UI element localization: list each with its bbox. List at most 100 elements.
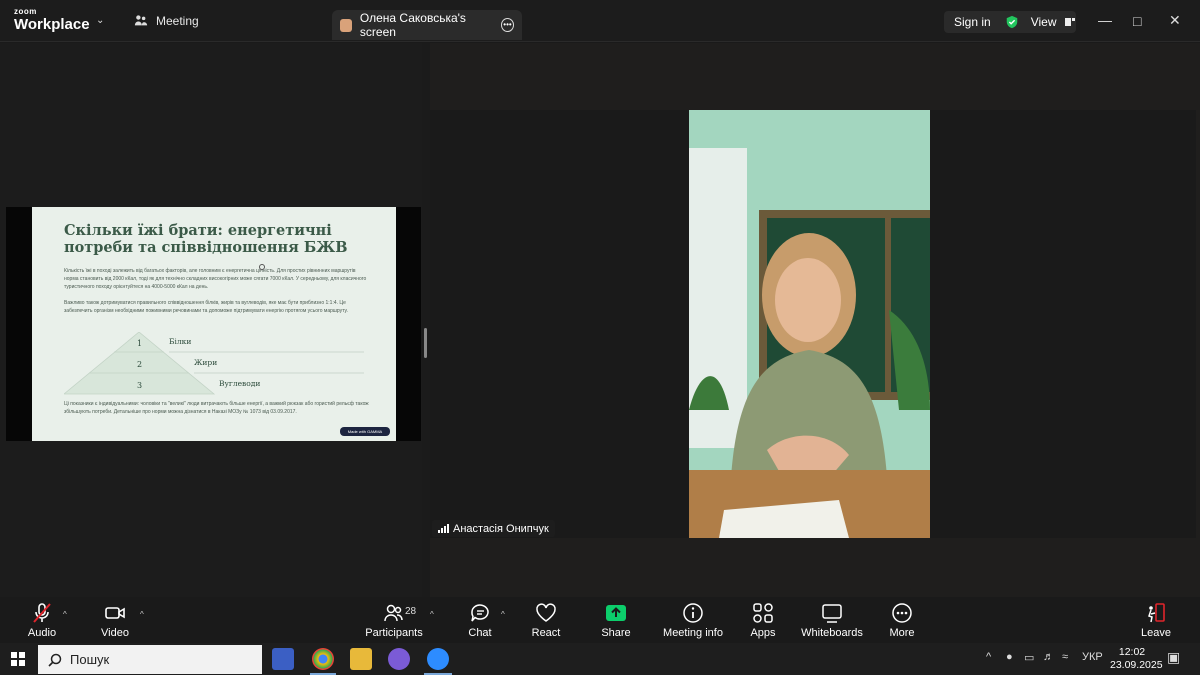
- microphone-tray-icon[interactable]: ●: [1006, 651, 1013, 663]
- zoom-window: zoom Workplace ⌄ Meeting Олена Саковська…: [0, 0, 1200, 675]
- taskbar-search-box[interactable]: Пошук: [38, 645, 262, 674]
- share-label: Share: [601, 627, 631, 639]
- react-button[interactable]: React: [531, 597, 561, 643]
- pyramid-level-1-number: 1: [137, 339, 143, 348]
- file-explorer-icon[interactable]: [350, 648, 372, 670]
- windows-start-icon[interactable]: [11, 652, 25, 666]
- avatar: [340, 18, 352, 32]
- splitter-grip[interactable]: [424, 328, 427, 358]
- search-icon: [48, 653, 62, 667]
- tab-shared-screen-label: Олена Саковська's screen: [359, 11, 466, 39]
- zoom-workplace-logo[interactable]: zoom Workplace: [14, 7, 90, 33]
- chat-button[interactable]: Chat: [466, 597, 494, 643]
- participants-button[interactable]: Participants: [365, 597, 423, 643]
- react-label: React: [531, 627, 561, 639]
- apps-icon: [753, 603, 773, 623]
- info-icon: [683, 603, 703, 623]
- leave-door-icon: [1148, 603, 1165, 623]
- whiteboards-label: Whiteboards: [801, 627, 863, 639]
- clock-date: 23.09.2025: [1110, 659, 1163, 671]
- view-layout-icon: [1064, 18, 1075, 26]
- audio-options-chevron-icon[interactable]: ^: [63, 610, 67, 619]
- more-icon: [892, 603, 912, 623]
- tab-shared-screen[interactable]: Олена Саковська's screen •••: [332, 10, 522, 40]
- heart-icon: [536, 603, 556, 622]
- windows-taskbar: Пошук ^ ● ▭ ♬ ≈ УКР 12:02 23.09.2025 ▣: [0, 643, 1200, 675]
- meeting-info-button[interactable]: Meeting info: [662, 597, 724, 643]
- clock-time: 12:02: [1118, 646, 1146, 658]
- maximize-icon[interactable]: □: [1133, 13, 1141, 29]
- signal-strength-icon: [438, 524, 449, 533]
- apps-button[interactable]: Apps: [748, 597, 778, 643]
- tray-overflow-chevron-icon[interactable]: ^: [986, 651, 991, 663]
- whiteboards-button[interactable]: Whiteboards: [801, 597, 863, 643]
- shield-check-icon[interactable]: [1005, 15, 1019, 29]
- tab-meeting-label: Meeting: [156, 14, 199, 28]
- battery-icon[interactable]: ▭: [1024, 651, 1034, 664]
- notifications-icon[interactable]: ▣: [1167, 649, 1180, 666]
- chat-bubble-icon: [471, 604, 489, 622]
- search-placeholder: Пошук: [70, 652, 110, 667]
- video-camera-icon: [105, 607, 125, 619]
- slide-paragraph-2: Важливо також дотримуватися правильного …: [64, 300, 348, 314]
- people-icon: [134, 15, 148, 26]
- chat-label: Chat: [468, 627, 492, 639]
- participants-label: Participants: [365, 627, 423, 639]
- sign-in-group: Sign in View: [944, 11, 1076, 33]
- view-button[interactable]: View: [1031, 15, 1057, 29]
- participants-count: 28: [405, 606, 417, 617]
- microphone-muted-icon: [33, 603, 51, 623]
- video-label: Video: [101, 627, 129, 639]
- brand-bottom: Workplace: [14, 16, 90, 33]
- participant-name-tag: Анастасія Онипчук: [432, 520, 555, 537]
- participants-icon: [384, 604, 403, 622]
- camera-image: [689, 110, 930, 538]
- participants-options-chevron-icon[interactable]: ^: [430, 610, 434, 619]
- audio-button[interactable]: Audio: [27, 597, 57, 643]
- pyramid-level-1-label: Білки: [169, 337, 192, 346]
- pyramid-level-2-label: Жири: [194, 358, 218, 367]
- more-options-icon[interactable]: •••: [501, 18, 514, 32]
- volume-icon[interactable]: ♬: [1043, 651, 1054, 663]
- network-icon[interactable]: ≈: [1062, 651, 1068, 663]
- slide-paragraph-1: Кількість їжі в поході залежить від бага…: [64, 268, 367, 290]
- macronutrient-pyramid: 1 Білки 2 Жири 3 Вуглеводи: [62, 331, 394, 397]
- participant-camera-feed: [689, 110, 930, 538]
- chat-options-chevron-icon[interactable]: ^: [501, 610, 505, 619]
- whiteboard-icon: [822, 604, 842, 623]
- meeting-info-label: Meeting info: [663, 627, 723, 639]
- zoom-taskbar-icon[interactable]: [427, 648, 449, 670]
- slide-title: Скільки їжі брати: енергетичні потреби т…: [64, 222, 348, 256]
- title-bar: zoom Workplace ⌄ Meeting Олена Саковська…: [0, 0, 1200, 42]
- leave-label: Leave: [1141, 627, 1171, 639]
- chrome-icon[interactable]: [312, 648, 334, 670]
- cursor-icon: [259, 264, 265, 270]
- pyramid-level-3-number: 3: [137, 381, 143, 390]
- slide-paragraph-3: Ці показники є індивідуальними: чоловіки…: [64, 401, 369, 415]
- more-button[interactable]: More: [887, 597, 917, 643]
- chevron-down-icon[interactable]: ⌄: [96, 15, 104, 26]
- audio-label: Audio: [27, 627, 57, 639]
- video-button[interactable]: Video: [100, 597, 130, 643]
- pyramid-level-3-label: Вуглеводи: [219, 379, 261, 388]
- share-button[interactable]: Share: [600, 597, 632, 643]
- meeting-toolbar: Audio ^ Video ^ Participants 28 ^ Chat ^…: [0, 597, 1200, 643]
- close-icon[interactable]: ✕: [1169, 12, 1181, 29]
- leave-button[interactable]: Leave: [1140, 597, 1172, 643]
- tab-meeting[interactable]: Meeting: [134, 14, 199, 28]
- brand-top: zoom: [14, 7, 37, 16]
- system-clock[interactable]: 12:02 23.09.2025: [1110, 646, 1163, 672]
- pyramid-level-2-number: 2: [137, 360, 143, 369]
- viber-icon[interactable]: [388, 648, 410, 670]
- language-indicator[interactable]: УКР: [1082, 651, 1103, 663]
- taskbar-app-files-icon[interactable]: [272, 648, 294, 670]
- share-screen-icon: [606, 605, 626, 621]
- video-options-chevron-icon[interactable]: ^: [140, 610, 144, 619]
- sign-in-button[interactable]: Sign in: [954, 15, 991, 29]
- presentation-slide: Скільки їжі брати: енергетичні потреби т…: [32, 207, 396, 441]
- pane-splitter[interactable]: [422, 43, 430, 597]
- minimize-icon[interactable]: —: [1098, 12, 1112, 28]
- participant-name: Анастасія Онипчук: [453, 522, 549, 535]
- apps-label: Apps: [750, 627, 776, 639]
- more-label: More: [889, 627, 915, 639]
